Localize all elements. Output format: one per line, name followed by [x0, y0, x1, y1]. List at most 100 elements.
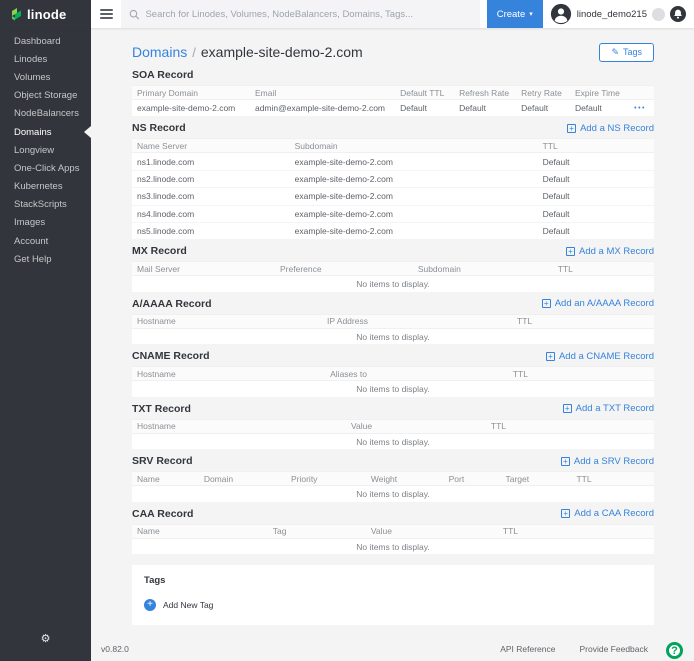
api-reference-link[interactable]: API Reference [500, 644, 555, 654]
tags-button[interactable]: ✎ Tags [599, 43, 654, 62]
column-header: Priority [286, 474, 366, 484]
sidebar-item-domains[interactable]: Domains [0, 123, 91, 141]
table-header-row: HostnameValueTTL [132, 419, 654, 434]
section-cname-record: CNAME Record+Add a CNAME Record HostnameA… [132, 349, 654, 398]
notifications-bell-icon[interactable] [670, 6, 686, 22]
search-input[interactable] [145, 9, 471, 20]
empty-state-row: No items to display. [132, 276, 654, 293]
sidebar-item-one-click-apps[interactable]: One-Click Apps [0, 159, 91, 177]
table-row: ns1.linode.comexample-site-demo-2.comDef… [132, 153, 654, 170]
user-menu[interactable]: linode_demo215 [543, 0, 694, 28]
add-record-label: Add a MX Record [579, 246, 654, 257]
column-header: Mail Server [132, 264, 275, 274]
tags-panel-title: Tags [144, 575, 642, 586]
table-header-row: NameDomainPriorityWeightPortTargetTTL [132, 471, 654, 486]
top-header: linode Create ▾ linode_demo215 [0, 0, 694, 28]
section-title: MX Record [132, 245, 187, 257]
add-record-link-txt-record[interactable]: +Add a TXT Record [563, 403, 654, 414]
username: linode_demo215 [577, 9, 647, 20]
menu-icon[interactable] [91, 0, 121, 28]
section-caa-record: CAA Record+Add a CAA RecordNameTagValueT… [132, 507, 654, 556]
provide-feedback-link[interactable]: Provide Feedback [579, 644, 648, 654]
section-soa-record: SOA Record Primary DomainEmailDefault TTL… [132, 68, 654, 117]
table-row: ns3.linode.comexample-site-demo-2.comDef… [132, 188, 654, 205]
section-header: SRV Record +Add a SRV Record [132, 454, 654, 468]
section-header: NS Record +Add a NS Record [132, 121, 654, 135]
add-record-link-ns-record[interactable]: +Add a NS Record [567, 123, 654, 134]
column-header: Aliases to [325, 369, 508, 379]
row-actions-menu-icon[interactable]: ••• [633, 105, 654, 112]
linode-logo[interactable]: linode [0, 0, 91, 28]
add-record-link-srv-record[interactable]: +Add a SRV Record [561, 456, 654, 467]
tags-panel: Tags + Add New Tag [132, 565, 654, 625]
section-title: CAA Record [132, 508, 193, 520]
section-ns-record: NS Record +Add a NS Record Name ServerSubd… [132, 121, 654, 240]
create-button[interactable]: Create ▾ [487, 0, 543, 28]
sidebar-item-stackscripts[interactable]: StackScripts [0, 196, 91, 214]
add-new-tag-button[interactable]: + Add New Tag [144, 599, 642, 611]
table-cell: Default [538, 157, 654, 167]
sidebar: Dashboard Linodes VolumesObject Storage Nod… [0, 28, 91, 661]
section-title: SOA Record [132, 69, 193, 81]
column-header: TTL [553, 264, 654, 274]
table-cell: Default [538, 226, 654, 236]
add-record-label: Add an A/AAAA Record [555, 298, 654, 309]
help-fab-icon[interactable]: ? [666, 642, 683, 659]
sidebar-item-linodes[interactable]: Linodes [0, 50, 91, 68]
global-search [121, 0, 480, 28]
sidebar-item-nodebalancers[interactable]: NodeBalancers [0, 105, 91, 123]
section-header: CNAME Record+Add a CNAME Record [132, 349, 654, 363]
section-header: CAA Record + Add a CAA Record [132, 507, 654, 521]
sidebar-item-longview[interactable]: Longview [0, 141, 91, 159]
sidebar-item-dashboard[interactable]: Dashboard [0, 32, 91, 50]
table-header-row: Primary DomainEmailDefault TTLRefresh Ra… [132, 85, 654, 100]
notifications-badge[interactable] [652, 8, 665, 21]
pencil-icon: ✎ [611, 47, 619, 58]
empty-state-row: No items to display. [132, 381, 654, 398]
table-header-row: HostnameAliases toTTL [132, 366, 654, 381]
column-header: Port [444, 474, 501, 484]
table-row: example-site-demo-2.comadmin@example-sit… [132, 100, 654, 117]
sidebar-item-kubernetes[interactable]: Kubernetes [0, 178, 91, 196]
sidebar-item-volumes[interactable]: Volumes [0, 68, 91, 86]
add-record-label: Add a CAA Record [574, 508, 654, 519]
settings-gear-icon[interactable]: ⚙ [0, 632, 91, 645]
sidebar-item-label: Dashboard [14, 36, 60, 47]
add-circle-icon: + [144, 599, 156, 611]
sidebar-item-object-storage[interactable]: Object Storage [0, 87, 91, 105]
record-table: HostnameIP AddressTTLNo items to display… [132, 314, 654, 346]
add-record-label: Add a TXT Record [576, 403, 654, 414]
sidebar-item-label: Linodes [14, 54, 47, 65]
table-header-row: HostnameIP AddressTTL [132, 314, 654, 329]
record-table: Primary DomainEmailDefault TTLRefresh Ra… [132, 85, 654, 117]
sidebar-item-label: NodeBalancers [14, 108, 79, 119]
table-cell: Default [538, 174, 654, 184]
sidebar-item-label: Get Help [14, 254, 52, 265]
sidebar-item-label: StackScripts [14, 199, 67, 210]
column-header: Primary Domain [132, 88, 250, 98]
add-record-label: Add a NS Record [580, 123, 654, 134]
section-title: NS Record [132, 122, 186, 134]
sidebar-item-images[interactable]: Images [0, 214, 91, 232]
add-record-link-caa-record[interactable]: + Add a CAA Record [561, 508, 654, 519]
table-cell: Default [538, 191, 654, 201]
column-header: Refresh Rate [454, 88, 516, 98]
empty-state-row: No items to display. [132, 434, 654, 451]
record-table: Name ServerSubdomainTTLns1.linode.comexa… [132, 138, 654, 240]
add-record-link-mx-record[interactable]: +Add a MX Record [566, 246, 654, 257]
table-cell: example-site-demo-2.com [132, 103, 250, 113]
column-header: Email [250, 88, 395, 98]
add-record-link-cname-record[interactable]: +Add a CNAME Record [546, 351, 654, 362]
table-cell: example-site-demo-2.com [290, 191, 538, 201]
table-row: ns4.linode.comexample-site-demo-2.comDef… [132, 206, 654, 223]
sidebar-item-get-help[interactable]: Get Help [0, 250, 91, 268]
table-cell: ns4.linode.com [132, 209, 290, 219]
add-box-icon: + [561, 509, 570, 518]
breadcrumb-domains-link[interactable]: Domains [132, 44, 187, 60]
add-box-icon: + [542, 299, 551, 308]
page-header-row: Domains / example-site-demo-2.com ✎ Tags [132, 41, 654, 63]
section-header: MX Record +Add a MX Record [132, 244, 654, 258]
add-record-link-a-aaaa-record[interactable]: + Add an A/AAAA Record [542, 298, 654, 309]
section-title: SRV Record [132, 455, 193, 467]
sidebar-item-account[interactable]: Account [0, 232, 91, 250]
